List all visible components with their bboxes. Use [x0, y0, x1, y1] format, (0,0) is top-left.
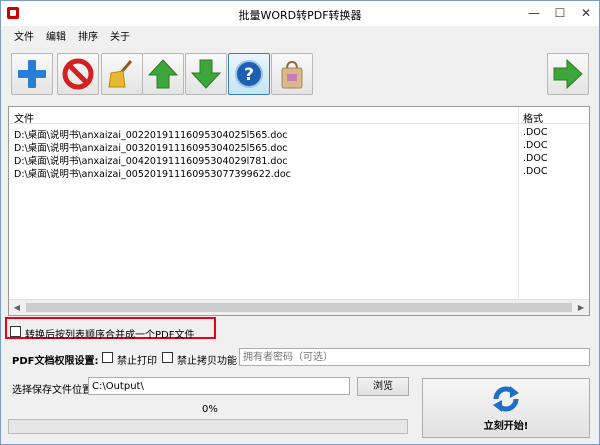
- close-button[interactable]: ✕: [575, 4, 597, 22]
- minimize-button[interactable]: —: [523, 4, 545, 22]
- bag-icon: [281, 60, 303, 89]
- clear-broom-icon: [108, 60, 133, 88]
- file-list-header: 文件 格式: [9, 107, 589, 125]
- start-button-label: 立刻开始!: [483, 421, 529, 432]
- merge-label[interactable]: 转换后按列表顺序合并成一个PDF文件: [25, 326, 194, 341]
- file-row[interactable]: D:\桌面\说明书\anxaizai_00320191116095304025l…: [9, 140, 589, 154]
- menu-sort[interactable]: 排序: [78, 28, 98, 43]
- menu-bar: 文件 编辑 排序 关于: [1, 26, 599, 44]
- file-path: D:\桌面\说明书\anxaizai_00320191116095304025l…: [14, 143, 288, 154]
- window-title: 批量WORD转PDF转换器: [238, 9, 362, 22]
- file-path: D:\桌面\说明书\anxaizai_005201911160953077399…: [14, 169, 291, 180]
- file-format: .DOC: [523, 127, 548, 138]
- no-print-checkbox[interactable]: [102, 352, 113, 363]
- no-print-label[interactable]: 禁止打印: [117, 352, 157, 367]
- remove-icon: [62, 58, 94, 90]
- owner-password-input[interactable]: [239, 348, 590, 366]
- refresh-icon: [493, 386, 519, 412]
- help-button[interactable]: ?: [228, 53, 270, 95]
- help-icon: ?: [235, 60, 263, 88]
- progress-text: 0%: [202, 404, 218, 415]
- start-button[interactable]: 立刻开始!: [422, 378, 590, 438]
- no-copy-label[interactable]: 禁止拷贝功能: [177, 352, 237, 367]
- toolbar: ?: [1, 49, 599, 99]
- menu-about[interactable]: 关于: [110, 28, 130, 43]
- move-down-button[interactable]: [185, 53, 227, 95]
- title-bar: 批量WORD转PDF转换器 — ☐ ✕: [1, 1, 599, 26]
- output-path-input[interactable]: [88, 377, 350, 395]
- file-row[interactable]: D:\桌面\说明书\anxaizai_00220191116095304025l…: [9, 127, 589, 141]
- move-up-button[interactable]: [142, 53, 184, 95]
- app-window: 批量WORD转PDF转换器 — ☐ ✕ 文件 编辑 排序 关于 ? 文件 格式 …: [0, 0, 600, 445]
- menu-file[interactable]: 文件: [14, 28, 34, 43]
- next-button[interactable]: [547, 53, 589, 95]
- purchase-button[interactable]: [271, 53, 313, 95]
- file-row[interactable]: D:\桌面\说明书\anxaizai_00420191116095304029l…: [9, 153, 589, 167]
- maximize-button[interactable]: ☐: [549, 4, 571, 22]
- column-format[interactable]: 格式: [523, 110, 543, 125]
- merge-option[interactable]: 转换后按列表顺序合并成一个PDF文件: [8, 323, 218, 341]
- clear-list-button[interactable]: [101, 53, 143, 95]
- scrollbar-thumb[interactable]: [26, 303, 572, 312]
- add-icon: [18, 60, 46, 88]
- scroll-left-icon[interactable]: ◀: [9, 300, 25, 316]
- browse-button[interactable]: 浏览: [357, 377, 409, 396]
- menu-edit[interactable]: 编辑: [46, 28, 66, 43]
- file-format: .DOC: [523, 166, 548, 177]
- progress-bar: [8, 419, 408, 434]
- remove-file-button[interactable]: [57, 53, 99, 95]
- file-path: D:\桌面\说明书\anxaizai_00420191116095304029l…: [14, 156, 288, 167]
- merge-checkbox[interactable]: [10, 326, 21, 337]
- file-list[interactable]: 文件 格式 D:\桌面\说明书\anxaizai_002201911160953…: [8, 106, 590, 316]
- next-arrow-icon: [553, 58, 583, 90]
- no-copy-checkbox[interactable]: [162, 352, 173, 363]
- scroll-right-icon[interactable]: ▶: [573, 300, 589, 316]
- svg-text:?: ?: [244, 65, 254, 85]
- move-up-icon: [147, 59, 179, 89]
- move-down-icon: [190, 59, 222, 89]
- add-file-button[interactable]: [11, 53, 53, 95]
- file-row[interactable]: D:\桌面\说明书\anxaizai_005201911160953077399…: [9, 166, 589, 180]
- column-file[interactable]: 文件: [14, 110, 34, 125]
- file-format: .DOC: [523, 153, 548, 164]
- permissions-label: PDF文档权限设置:: [12, 356, 99, 367]
- file-format: .DOC: [523, 140, 548, 151]
- horizontal-scrollbar[interactable]: ◀ ▶: [9, 299, 589, 315]
- output-label: 选择保存文件位置: [12, 385, 92, 396]
- file-path: D:\桌面\说明书\anxaizai_00220191116095304025l…: [14, 130, 288, 141]
